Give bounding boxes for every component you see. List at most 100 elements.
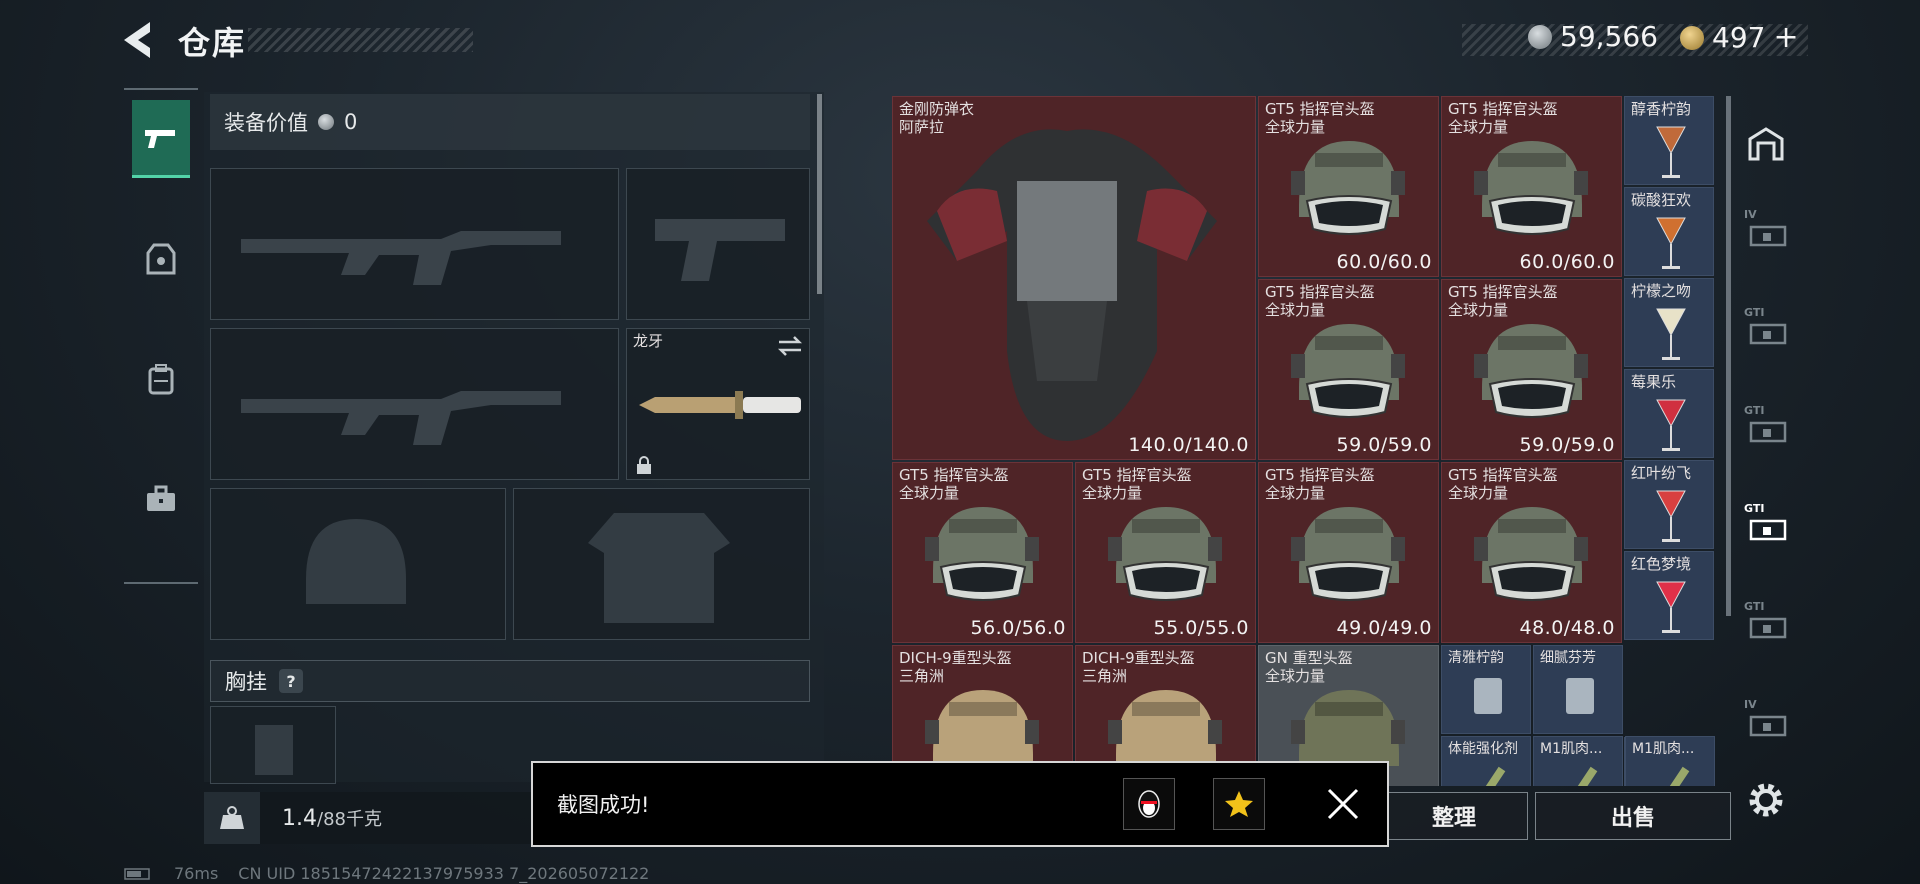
tab-gear[interactable] bbox=[132, 220, 190, 298]
category-tab[interactable]: GTI bbox=[1738, 592, 1794, 658]
category-code: IV bbox=[1744, 208, 1757, 221]
battery-icon bbox=[124, 867, 150, 880]
helmet-icon bbox=[1474, 324, 1588, 418]
primary-weapon-slot[interactable] bbox=[210, 168, 619, 320]
consumable-item[interactable]: 体能强化剂 bbox=[1441, 736, 1531, 786]
drink-item[interactable]: 醇香柠韵 bbox=[1624, 96, 1714, 185]
helmet-icon bbox=[1474, 141, 1588, 235]
pistol-placeholder-icon bbox=[655, 219, 785, 281]
category-tab[interactable]: GTI bbox=[1738, 298, 1794, 364]
item-faction: 全球力量 bbox=[1265, 301, 1326, 319]
helmet-item[interactable]: GT5 指挥官头盔 全球力量 60.0/60.0 bbox=[1258, 96, 1439, 277]
status-bar: 76ms CN UID 18515472422137975933 7_20260… bbox=[124, 864, 649, 883]
drink-item[interactable]: 碳酸狂欢 bbox=[1624, 187, 1714, 276]
item-name: GT5 指挥官头盔 全球力量 bbox=[1082, 466, 1192, 502]
sidearm-slot[interactable] bbox=[626, 168, 810, 320]
item-name: 清雅柠韵 bbox=[1448, 650, 1504, 666]
sort-button[interactable]: 整理 bbox=[1380, 792, 1528, 840]
glass-icon bbox=[1474, 678, 1502, 714]
drink-item[interactable]: 柠檬之吻 bbox=[1624, 278, 1714, 367]
category-tab[interactable]: GTI bbox=[1738, 494, 1794, 560]
syringe-icon bbox=[1669, 766, 1690, 786]
currency-coupon[interactable]: 497 + bbox=[1680, 20, 1799, 55]
consumable-item[interactable]: M1肌肉... bbox=[1533, 736, 1623, 786]
category-tab[interactable]: IV bbox=[1738, 200, 1794, 266]
item-durability: 56.0/56.0 bbox=[970, 617, 1066, 639]
item-durability: 140.0/140.0 bbox=[1128, 434, 1249, 456]
swap-icon[interactable] bbox=[777, 335, 803, 357]
drink-item[interactable]: 红色梦境 bbox=[1624, 551, 1714, 640]
category-tab[interactable]: IV bbox=[1738, 690, 1794, 756]
chest-rig-header: 胸挂 ? bbox=[210, 660, 810, 702]
close-icon[interactable] bbox=[1323, 784, 1363, 824]
add-currency-button[interactable]: + bbox=[1773, 20, 1798, 55]
equipment-value: 0 bbox=[344, 110, 358, 134]
rifle-placeholder-icon bbox=[241, 391, 561, 445]
cocktail-glass-icon bbox=[1656, 217, 1686, 269]
helmet-slot[interactable] bbox=[210, 488, 506, 640]
syringe-icon bbox=[1485, 766, 1506, 786]
helmet-item[interactable]: GT5 指挥官头盔 全球力量 60.0/60.0 bbox=[1441, 96, 1622, 277]
helmet-item[interactable]: GT5 指挥官头盔 全球力量 49.0/49.0 bbox=[1258, 462, 1439, 643]
item-faction: 全球力量 bbox=[1082, 484, 1143, 502]
sell-button[interactable]: 出售 bbox=[1535, 792, 1731, 840]
helmet-item[interactable]: GT5 指挥官头盔 全球力量 59.0/59.0 bbox=[1441, 279, 1622, 460]
helmet-placeholder-icon bbox=[306, 519, 406, 604]
item-title: GT5 指挥官头盔 bbox=[899, 466, 1009, 484]
melee-slot[interactable]: 龙牙 bbox=[626, 328, 810, 480]
category-rail: IV GTI GTI GTI GTI IV bbox=[1738, 96, 1794, 786]
cocktail-glass-icon bbox=[1656, 581, 1686, 633]
armor-placeholder-icon bbox=[588, 513, 730, 623]
helmet-item[interactable]: GT5 指挥官头盔 全球力量 48.0/48.0 bbox=[1441, 462, 1622, 643]
equipment-value-bar: 装备价值 0 bbox=[210, 94, 810, 150]
item-title: GT5 指挥官头盔 bbox=[1265, 100, 1375, 118]
consumable-item[interactable]: 清雅柠韵 bbox=[1441, 645, 1531, 734]
tab-backpack[interactable] bbox=[132, 340, 190, 418]
lock-icon bbox=[637, 456, 651, 474]
item-name: 柠檬之吻 bbox=[1631, 282, 1692, 300]
item-name: 莓果乐 bbox=[1631, 373, 1677, 391]
share-qq-button[interactable] bbox=[1123, 778, 1175, 830]
loadout-scrollbar[interactable] bbox=[817, 94, 822, 294]
consumable-item[interactable]: M1肌肉... bbox=[1625, 736, 1715, 786]
screenshot-toast: 截图成功! bbox=[531, 761, 1389, 847]
tab-weapons[interactable] bbox=[132, 100, 190, 178]
hafu-coin-icon bbox=[318, 114, 334, 130]
tab-case[interactable] bbox=[132, 460, 190, 538]
item-title: GT5 指挥官头盔 bbox=[1265, 466, 1375, 484]
melee-name: 龙牙 bbox=[633, 332, 664, 350]
settings-gear-icon[interactable] bbox=[1746, 780, 1786, 820]
share-qzone-button[interactable] bbox=[1213, 778, 1265, 830]
armor-item[interactable]: 金刚防弹衣 阿萨拉 140.0/140.0 bbox=[892, 96, 1256, 460]
helmet-item[interactable]: GT5 指挥官头盔 全球力量 59.0/59.0 bbox=[1258, 279, 1439, 460]
item-name: GT5 指挥官头盔 全球力量 bbox=[1448, 100, 1558, 136]
hafu-coin-icon bbox=[1528, 24, 1552, 49]
item-durability: 59.0/59.0 bbox=[1519, 434, 1615, 456]
back-arrow-icon[interactable] bbox=[120, 20, 156, 60]
item-name: 碳酸狂欢 bbox=[1631, 191, 1692, 209]
item-title: 金刚防弹衣 bbox=[899, 100, 975, 118]
equipment-value-label: 装备价值 bbox=[224, 111, 308, 135]
consumable-item[interactable]: 细腻芬芳 bbox=[1533, 645, 1623, 734]
drink-item[interactable]: 莓果乐 bbox=[1624, 369, 1714, 458]
helmet-item[interactable]: GT5 指挥官头盔 全球力量 55.0/55.0 bbox=[1075, 462, 1256, 643]
user-uid: CN UID 18515472422137975933 7_2026050721… bbox=[238, 864, 650, 883]
help-button[interactable]: ? bbox=[279, 669, 303, 693]
category-all[interactable] bbox=[1738, 110, 1794, 176]
loadout-tab-rail bbox=[124, 88, 198, 584]
inventory-scrollbar[interactable] bbox=[1726, 96, 1731, 616]
page-title: 仓库 bbox=[178, 24, 247, 62]
cocktail-glass-icon bbox=[1656, 126, 1686, 178]
item-name: GN 重型头盔 全球力量 bbox=[1265, 649, 1353, 685]
triangle-coin-icon bbox=[1680, 25, 1704, 50]
cocktail-glass-icon bbox=[1656, 399, 1686, 451]
helmet-item[interactable]: GT5 指挥官头盔 全球力量 56.0/56.0 bbox=[892, 462, 1073, 643]
currency-hafu-value: 59,566 bbox=[1560, 20, 1658, 53]
penguin-icon bbox=[1138, 790, 1160, 818]
armor-slot[interactable] bbox=[513, 488, 810, 640]
category-tab[interactable]: GTI bbox=[1738, 396, 1794, 462]
weight-icon bbox=[204, 792, 260, 844]
chest-rig-slot[interactable] bbox=[210, 706, 336, 784]
secondary-weapon-slot[interactable] bbox=[210, 328, 619, 480]
drink-item[interactable]: 红叶纷飞 bbox=[1624, 460, 1714, 549]
